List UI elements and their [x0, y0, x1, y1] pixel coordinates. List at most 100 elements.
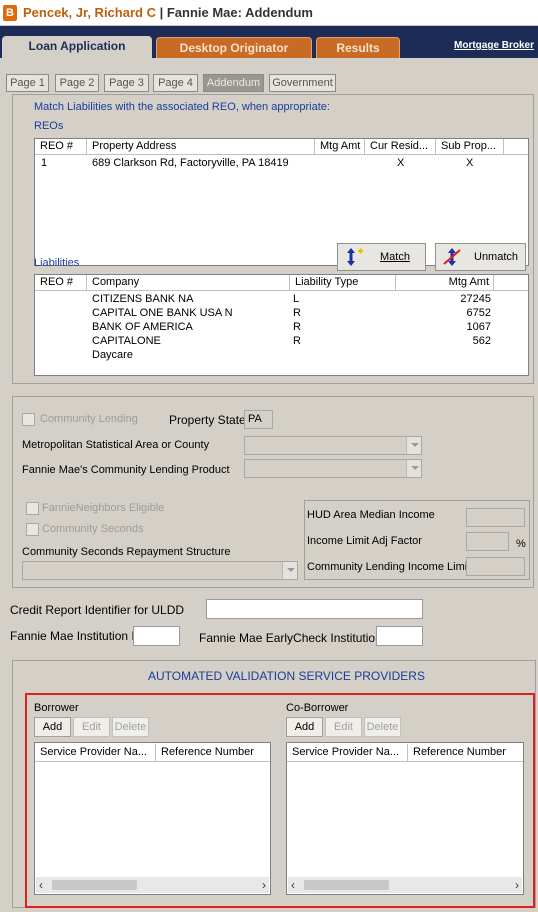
coborrower-scrollbar[interactable]: ‹ ›: [288, 877, 522, 893]
scroll-left-icon[interactable]: ‹: [291, 878, 295, 892]
chevron-down-icon: [282, 562, 297, 579]
avs-heading: AUTOMATED VALIDATION SERVICE PROVIDERS: [148, 669, 425, 683]
tab-results[interactable]: Results: [316, 37, 400, 59]
coborrower-edit-button[interactable]: Edit: [325, 717, 362, 737]
scroll-right-icon[interactable]: ›: [515, 878, 519, 892]
page-tab-1[interactable]: Page 1: [6, 74, 49, 92]
unmatch-label: Unmatch: [474, 251, 519, 263]
scroll-left-icon[interactable]: ‹: [39, 878, 43, 892]
community-seconds-checkbox[interactable]: [26, 523, 39, 536]
mtgamt-col-header[interactable]: Mtg Amt: [315, 139, 365, 155]
service-provider-col-header[interactable]: Service Provider Na...: [35, 744, 156, 762]
company-name: BANK OF AMERICA: [92, 321, 193, 333]
page-tab-government[interactable]: Government: [269, 74, 336, 92]
company-name: CAPITAL ONE BANK USA N: [92, 307, 233, 319]
coborrower-label: Co-Borrower: [286, 702, 349, 714]
curres-col-header[interactable]: Cur Resid...: [365, 139, 436, 155]
unmatch-button[interactable]: Unmatch: [435, 243, 526, 271]
window-title: Pencek, Jr, Richard C | Fannie Mae: Adde…: [23, 5, 313, 20]
repayment-label: Community Seconds Repayment Structure: [22, 546, 231, 558]
msa-label: Metropolitan Statistical Area or County: [22, 439, 210, 451]
earlycheck-input[interactable]: [376, 626, 423, 646]
match-button[interactable]: Match: [337, 243, 426, 271]
liab-reo-col-header[interactable]: REO #: [35, 275, 87, 291]
reos-label: REOs: [34, 120, 64, 132]
liabilities-table[interactable]: REO # Company Liability Type Mtg Amt CIT…: [34, 274, 529, 376]
liability-type: R: [293, 321, 301, 333]
product-dropdown[interactable]: [244, 459, 422, 478]
property-state-label: Property State: [169, 413, 246, 427]
page-tab-3[interactable]: Page 3: [104, 74, 149, 92]
mtg-amount: 562: [472, 335, 491, 347]
match-icon: [343, 247, 365, 267]
property-state-field[interactable]: PA: [244, 410, 273, 429]
income-limit-field[interactable]: [466, 532, 509, 551]
page-tab-addendum[interactable]: Addendum: [203, 74, 264, 92]
tab-loan-application[interactable]: Loan Application: [2, 36, 152, 58]
reference-number-col-header[interactable]: Reference Number: [156, 744, 270, 762]
mtg-amount: 1067: [466, 321, 491, 333]
msa-dropdown[interactable]: [244, 436, 422, 455]
company-name: CITIZENS BANK NA: [92, 293, 194, 305]
liability-type-col-header[interactable]: Liability Type: [290, 275, 396, 291]
property-address: 689 Clarkson Rd, Factoryville, PA 18419: [92, 157, 289, 169]
unmatch-icon: [441, 247, 463, 267]
reo-col-header[interactable]: REO #: [35, 139, 87, 155]
product-label: Fannie Mae's Community Lending Product: [22, 464, 230, 476]
hud-income-label: HUD Area Median Income: [307, 509, 435, 521]
service-provider-col-header[interactable]: Service Provider Na...: [287, 744, 408, 762]
community-lending-label: Community Lending: [40, 413, 138, 425]
match-label: Match: [380, 251, 410, 263]
repayment-dropdown[interactable]: [22, 561, 298, 580]
borrower-edit-button[interactable]: Edit: [73, 717, 110, 737]
income-limit-label: Income Limit Adj Factor: [307, 535, 422, 547]
company-name: CAPITALONE: [92, 335, 161, 347]
cur-res-value: X: [397, 157, 405, 169]
sub-prop-value: X: [466, 157, 474, 169]
institution-id-label: Fannie Mae Institution ID: [10, 629, 144, 643]
liability-type: R: [293, 307, 301, 319]
borrower-scrollbar[interactable]: ‹ ›: [36, 877, 269, 893]
title-separator: |: [155, 5, 167, 20]
fannie-neighbors-checkbox[interactable]: [26, 502, 39, 515]
cl-income-limit-label: Community Lending Income Limit: [307, 561, 471, 573]
institution-id-input[interactable]: [133, 626, 180, 646]
uldd-input[interactable]: [206, 599, 423, 619]
uldd-label: Credit Report Identifier for ULDD: [10, 603, 185, 617]
reo-number: 1: [41, 157, 48, 169]
page-tab-2[interactable]: Page 2: [55, 74, 99, 92]
borrower-delete-button[interactable]: Delete: [112, 717, 149, 737]
mortgage-broker-link[interactable]: Mortgage Broker: [454, 40, 534, 51]
scroll-thumb[interactable]: [304, 880, 389, 890]
mtg-amount: 6752: [466, 307, 491, 319]
chevron-down-icon: [406, 437, 421, 454]
hud-income-field[interactable]: [466, 508, 525, 527]
borrower-name: Pencek, Jr, Richard C: [23, 5, 156, 20]
scroll-right-icon[interactable]: ›: [262, 878, 266, 892]
mtg-amount: 27245: [460, 293, 491, 305]
cl-income-limit-field[interactable]: [466, 557, 525, 576]
subprop-col-header[interactable]: Sub Prop...: [436, 139, 504, 155]
page-tab-4[interactable]: Page 4: [153, 74, 198, 92]
community-lending-checkbox[interactable]: [22, 413, 35, 426]
fannie-neighbors-label: FannieNeighbors Eligible: [42, 502, 165, 514]
company-name: Daycare: [92, 349, 133, 361]
coborrower-provider-table[interactable]: Service Provider Na... Reference Number …: [286, 742, 524, 895]
borrower-add-button[interactable]: Add: [34, 717, 71, 737]
tab-desktop-originator[interactable]: Desktop Originator: [156, 37, 312, 59]
coborrower-add-button[interactable]: Add: [286, 717, 323, 737]
community-seconds-label: Community Seconds: [42, 523, 144, 535]
borrower-label: Borrower: [34, 702, 79, 714]
liab-mtgamt-col-header[interactable]: Mtg Amt: [396, 275, 494, 291]
address-col-header[interactable]: Property Address: [87, 139, 315, 155]
liability-type: L: [293, 293, 300, 305]
extra-col-header: [504, 139, 528, 155]
liab-extra-col-header: [494, 275, 528, 291]
coborrower-delete-button[interactable]: Delete: [364, 717, 401, 737]
reference-number-col-header[interactable]: Reference Number: [408, 744, 523, 762]
borrower-provider-table[interactable]: Service Provider Na... Reference Number …: [34, 742, 271, 895]
scroll-thumb[interactable]: [52, 880, 137, 890]
company-col-header[interactable]: Company: [87, 275, 290, 291]
liabilities-label: Liabilities: [34, 257, 80, 269]
percent-label: %: [516, 538, 526, 550]
